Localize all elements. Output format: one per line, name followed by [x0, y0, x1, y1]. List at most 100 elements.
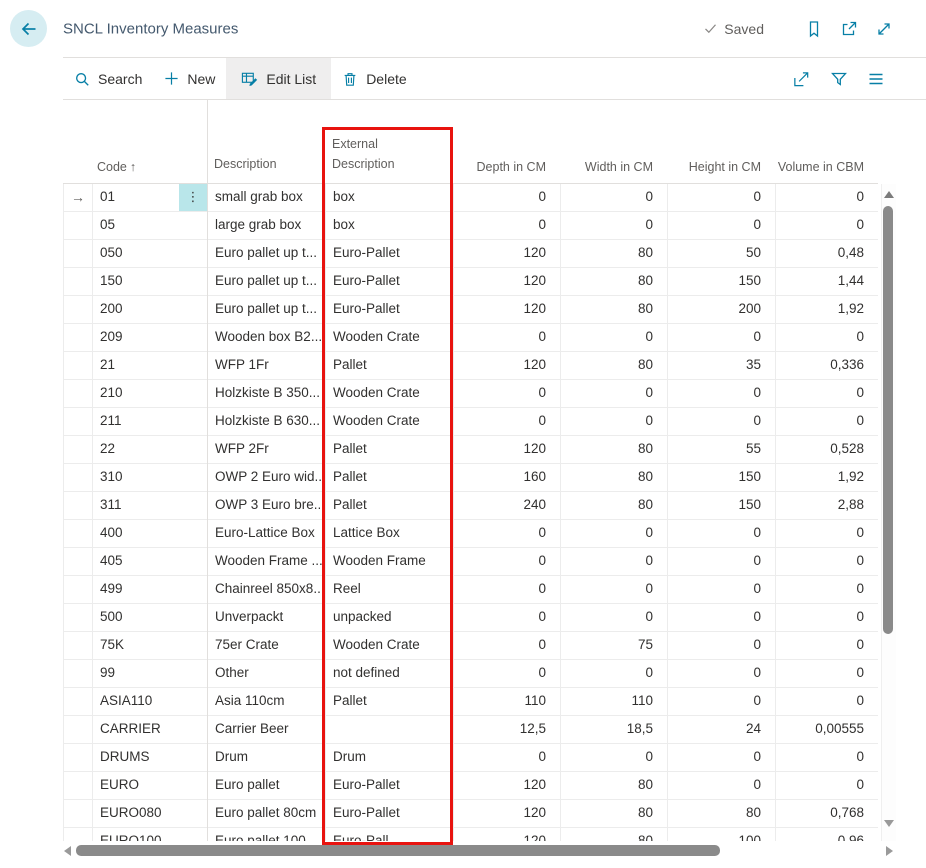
table-row[interactable]: 05large grab boxbox0000 — [64, 212, 878, 240]
width-cell[interactable]: 0 — [561, 212, 668, 239]
depth-cell[interactable]: 12,5 — [454, 716, 561, 743]
depth-cell[interactable]: 120 — [454, 772, 561, 799]
depth-cell[interactable]: 0 — [454, 548, 561, 575]
depth-cell[interactable]: 110 — [454, 688, 561, 715]
depth-cell[interactable]: 0 — [454, 184, 561, 211]
column-header-volume[interactable]: Volume in CBM — [775, 160, 878, 183]
external-description-cell[interactable]: Euro-Pallet — [326, 240, 454, 267]
description-cell[interactable]: Euro pallet up t... — [208, 268, 326, 295]
height-cell[interactable]: 0 — [668, 632, 776, 659]
description-cell[interactable]: Euro pallet 100... — [208, 828, 326, 841]
scroll-down-arrow[interactable] — [884, 820, 894, 827]
row-selector-cell[interactable] — [64, 324, 93, 351]
table-row[interactable]: 400Euro-Lattice BoxLattice Box0000 — [64, 520, 878, 548]
code-cell[interactable]: 311 — [93, 492, 179, 519]
description-cell[interactable]: WFP 2Fr — [208, 436, 326, 463]
show-list-button[interactable] — [867, 70, 885, 88]
column-header-description[interactable]: Description — [207, 155, 325, 183]
height-cell[interactable]: 0 — [668, 744, 776, 771]
row-actions-cell[interactable] — [179, 324, 208, 351]
volume-cell[interactable]: 0 — [776, 380, 878, 407]
depth-cell[interactable]: 0 — [454, 520, 561, 547]
row-actions-cell[interactable] — [179, 576, 208, 603]
row-actions-cell[interactable] — [179, 828, 208, 841]
table-row[interactable]: 75K75er CrateWooden Crate07500 — [64, 632, 878, 660]
description-cell[interactable]: 75er Crate — [208, 632, 326, 659]
row-selector-cell[interactable] — [64, 240, 93, 267]
code-cell[interactable]: EURO080 — [93, 800, 179, 827]
depth-cell[interactable]: 0 — [454, 324, 561, 351]
row-selector-cell[interactable] — [64, 520, 93, 547]
width-cell[interactable]: 80 — [561, 240, 668, 267]
table-row[interactable]: CARRIERCarrier Beer12,518,5240,00555 — [64, 716, 878, 744]
row-selector-cell[interactable] — [64, 268, 93, 295]
row-actions-cell[interactable] — [179, 744, 208, 771]
row-actions-cell[interactable] — [179, 800, 208, 827]
height-cell[interactable]: 150 — [668, 464, 776, 491]
description-cell[interactable]: Asia 110cm — [208, 688, 326, 715]
description-cell[interactable]: Wooden box B2... — [208, 324, 326, 351]
description-cell[interactable]: Euro pallet 80cm — [208, 800, 326, 827]
external-description-cell[interactable]: Euro-Pallet — [326, 772, 454, 799]
width-cell[interactable]: 0 — [561, 604, 668, 631]
depth-cell[interactable]: 120 — [454, 800, 561, 827]
column-header-width[interactable]: Width in CM — [560, 160, 667, 183]
code-cell[interactable]: 21 — [93, 352, 179, 379]
code-cell[interactable]: 209 — [93, 324, 179, 351]
column-header-external-description[interactable]: External Description — [325, 135, 453, 183]
height-cell[interactable]: 0 — [668, 408, 776, 435]
row-actions-cell[interactable] — [179, 632, 208, 659]
row-actions-cell[interactable] — [179, 548, 208, 575]
code-cell[interactable]: 400 — [93, 520, 179, 547]
description-cell[interactable]: Unverpackt — [208, 604, 326, 631]
row-selector-cell[interactable] — [64, 828, 93, 841]
depth-cell[interactable]: 120 — [454, 436, 561, 463]
code-cell[interactable]: 99 — [93, 660, 179, 687]
code-cell[interactable]: EURO — [93, 772, 179, 799]
height-cell[interactable]: 50 — [668, 240, 776, 267]
volume-cell[interactable]: 0 — [776, 660, 878, 687]
edit-list-button[interactable]: Edit List — [226, 58, 331, 99]
new-button[interactable]: New — [153, 58, 226, 99]
width-cell[interactable]: 0 — [561, 408, 668, 435]
height-cell[interactable]: 0 — [668, 380, 776, 407]
external-description-cell[interactable]: Euro-Pallet — [326, 296, 454, 323]
row-selector-cell[interactable] — [64, 492, 93, 519]
external-description-cell[interactable]: Pallet — [326, 688, 454, 715]
width-cell[interactable]: 80 — [561, 800, 668, 827]
row-selector-cell[interactable] — [64, 576, 93, 603]
height-cell[interactable]: 0 — [668, 548, 776, 575]
table-row[interactable]: EURO100Euro pallet 100...Euro-Pall...120… — [64, 828, 878, 841]
external-description-cell[interactable]: unpacked — [326, 604, 454, 631]
height-cell[interactable]: 150 — [668, 492, 776, 519]
external-description-cell[interactable]: Wooden Crate — [326, 324, 454, 351]
row-actions-cell[interactable] — [179, 660, 208, 687]
scroll-left-arrow[interactable] — [64, 846, 71, 856]
search-button[interactable]: Search — [63, 58, 153, 99]
table-row[interactable]: ASIA110Asia 110cmPallet11011000 — [64, 688, 878, 716]
description-cell[interactable]: Drum — [208, 744, 326, 771]
external-description-cell[interactable]: Wooden Frame — [326, 548, 454, 575]
description-cell[interactable]: WFP 1Fr — [208, 352, 326, 379]
volume-cell[interactable]: 0 — [776, 212, 878, 239]
row-actions-cell[interactable] — [179, 688, 208, 715]
description-cell[interactable]: Euro pallet up t... — [208, 296, 326, 323]
code-cell[interactable]: 211 — [93, 408, 179, 435]
external-description-cell[interactable] — [326, 716, 454, 743]
vertical-scrollbar-thumb[interactable] — [883, 206, 893, 634]
table-row[interactable]: 311OWP 3 Euro bre...Pallet240801502,88 — [64, 492, 878, 520]
depth-cell[interactable]: 0 — [454, 212, 561, 239]
height-cell[interactable]: 0 — [668, 212, 776, 239]
bookmark-button[interactable] — [805, 20, 823, 38]
external-description-cell[interactable]: Euro-Pall... — [326, 828, 454, 841]
external-description-cell[interactable]: Reel — [326, 576, 454, 603]
table-row[interactable]: DRUMSDrumDrum0000 — [64, 744, 878, 772]
volume-cell[interactable]: 0,336 — [776, 352, 878, 379]
height-cell[interactable]: 0 — [668, 604, 776, 631]
volume-cell[interactable]: 0 — [776, 744, 878, 771]
depth-cell[interactable]: 0 — [454, 408, 561, 435]
description-cell[interactable]: Holzkiste B 350... — [208, 380, 326, 407]
depth-cell[interactable]: 0 — [454, 576, 561, 603]
height-cell[interactable]: 0 — [668, 688, 776, 715]
table-row[interactable]: 500Unverpacktunpacked0000 — [64, 604, 878, 632]
